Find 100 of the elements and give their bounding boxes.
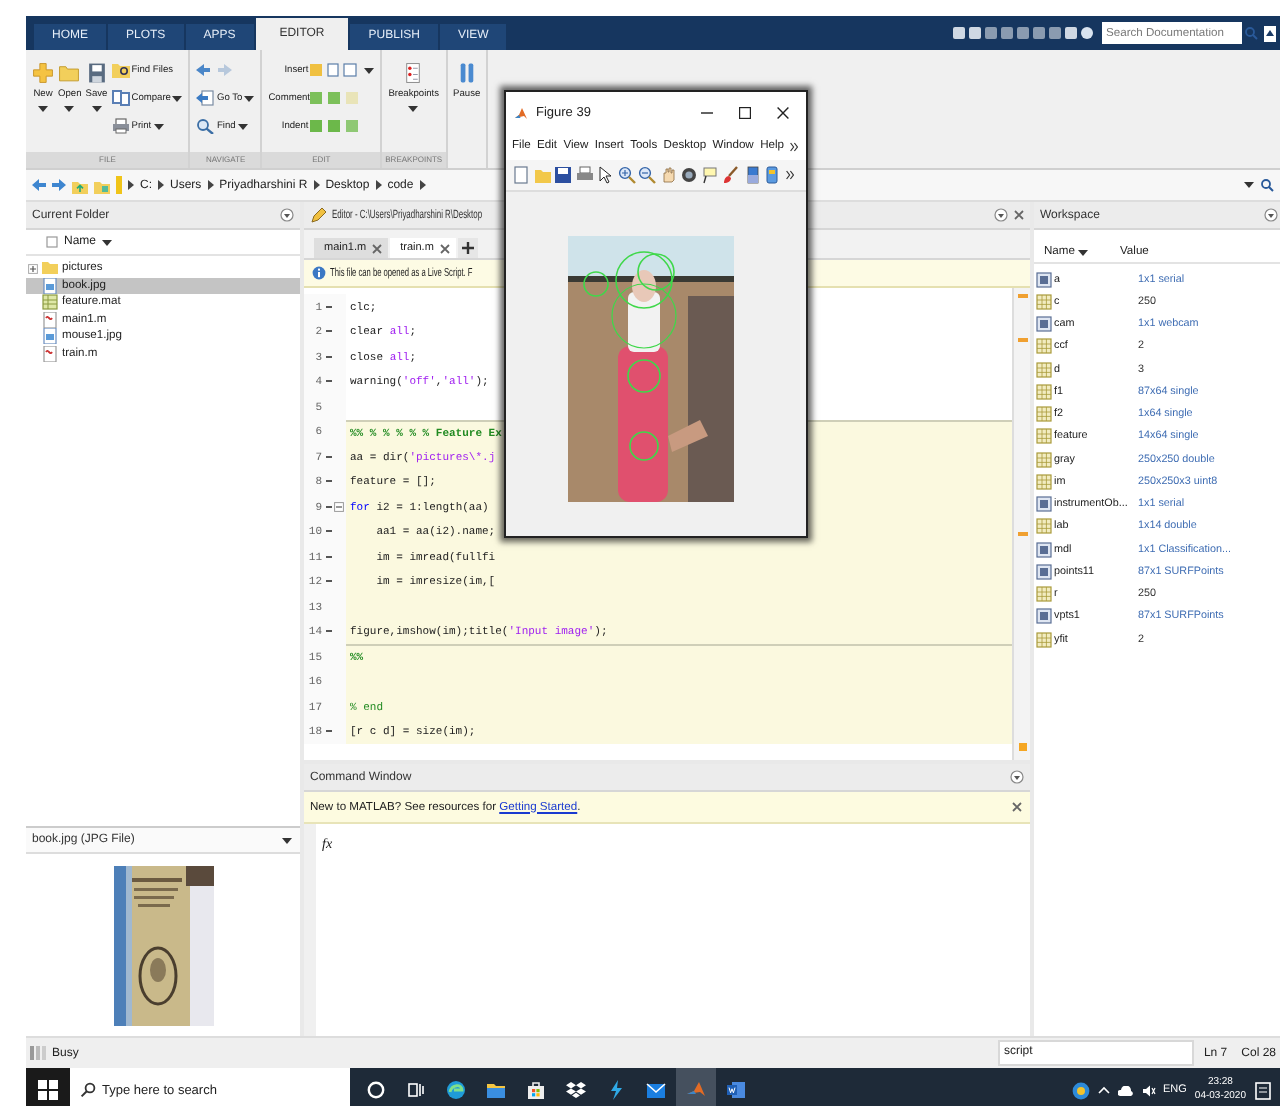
box-icon (566, 1080, 586, 1100)
arrows-icon[interactable] (196, 62, 233, 78)
caret-icon[interactable] (237, 123, 248, 129)
chevron-icon[interactable] (790, 141, 799, 151)
fold-icon[interactable] (334, 501, 344, 512)
folder-icon (486, 1080, 506, 1100)
pause-icon (455, 62, 478, 84)
chevron-icon (128, 180, 134, 190)
document-icon (726, 1080, 746, 1100)
expand-icon[interactable] (28, 263, 38, 274)
forward-icon[interactable] (52, 178, 66, 192)
chevron-icon (419, 180, 426, 190)
image-file-icon (42, 277, 58, 294)
matrix-icon (1036, 361, 1052, 378)
chevron-icon (207, 180, 214, 190)
object-icon (1036, 316, 1052, 333)
caret-icon[interactable] (408, 106, 419, 112)
matrix-icon (1036, 428, 1052, 445)
image-file-icon (42, 328, 58, 345)
menu-icon[interactable] (994, 208, 1008, 222)
folder-search-icon (111, 62, 130, 78)
caret-icon[interactable] (38, 106, 48, 112)
chevron-icon[interactable] (785, 170, 793, 180)
folder-icon (42, 260, 58, 277)
save-icon[interactable] (554, 166, 572, 184)
status-indicator-icon (1017, 742, 1027, 752)
search-icon[interactable] (1260, 178, 1274, 192)
speaker-muted-icon[interactable] (1141, 1083, 1155, 1097)
caret-icon[interactable] (364, 67, 375, 73)
help-icon[interactable] (1080, 26, 1094, 40)
warning-marker[interactable] (1017, 294, 1027, 298)
object-icon (1036, 271, 1052, 288)
insert-icon (310, 62, 363, 78)
cloud-icon[interactable] (1117, 1085, 1133, 1095)
menu-icon[interactable] (1264, 208, 1278, 222)
help-icon[interactable] (1071, 1081, 1089, 1099)
notification-icon[interactable] (1254, 1081, 1272, 1099)
folder-up-icon[interactable] (72, 177, 88, 193)
zoom-in-icon[interactable] (617, 166, 635, 184)
caret-icon[interactable] (153, 123, 164, 129)
comment-icon (310, 90, 363, 106)
shopping-bag-icon (526, 1080, 546, 1100)
caret-icon[interactable] (1078, 249, 1089, 255)
folder-icon (58, 62, 81, 84)
colorbar-icon[interactable] (743, 166, 761, 184)
arrow-icon (196, 90, 215, 106)
chevron-icon (158, 180, 164, 190)
maximize-icon[interactable] (738, 105, 752, 119)
info-icon (312, 266, 326, 280)
matrix-icon (1036, 293, 1052, 310)
caret-icon[interactable] (64, 106, 75, 112)
caret-icon[interactable] (172, 95, 183, 101)
menu-icon[interactable] (1010, 770, 1024, 784)
caret-icon[interactable] (244, 95, 255, 101)
folder-bar-icon (116, 176, 122, 194)
script-file-icon (42, 345, 58, 362)
warning-marker[interactable] (1017, 338, 1027, 342)
legend-icon[interactable] (764, 166, 782, 184)
caret-icon[interactable] (91, 106, 102, 112)
collapse-icon[interactable] (1264, 25, 1276, 41)
save-icon (85, 62, 108, 84)
matrix-icon (1036, 406, 1052, 423)
busy-icon (30, 1046, 46, 1060)
menu-icon[interactable] (280, 208, 294, 222)
compare-icon (111, 90, 130, 106)
script-file-icon (42, 311, 58, 328)
zoom-out-icon[interactable] (638, 166, 656, 184)
search-icon (196, 118, 215, 134)
indent-icon (310, 118, 363, 134)
matrix-icon (1036, 518, 1052, 535)
chevron-icon (313, 180, 320, 190)
rotate-icon[interactable] (680, 166, 698, 184)
browser-icon (446, 1080, 466, 1100)
circle-icon (366, 1080, 386, 1100)
lightning-icon (606, 1080, 626, 1100)
matrix-icon (1036, 586, 1052, 603)
mail-icon (646, 1080, 666, 1100)
caret-icon[interactable] (1244, 182, 1254, 188)
pointer-icon[interactable] (596, 166, 614, 184)
caret-icon[interactable] (102, 239, 113, 245)
data-file-icon (42, 294, 58, 311)
matrix-icon (1036, 631, 1052, 648)
search-icon (80, 1082, 96, 1098)
brush-icon[interactable] (722, 166, 740, 184)
object-icon (1036, 608, 1052, 625)
add-tab-button[interactable] (457, 238, 478, 258)
task-view-icon (406, 1080, 426, 1100)
warning-marker[interactable] (1017, 532, 1027, 536)
matrix-icon (1036, 383, 1052, 400)
checkbox-icon[interactable] (46, 236, 58, 248)
close-icon[interactable] (776, 105, 790, 119)
peak-icon (514, 105, 528, 119)
matrix-icon (1036, 451, 1052, 468)
back-icon[interactable] (32, 178, 46, 192)
editor-icon (310, 207, 326, 223)
data-tip-icon[interactable] (701, 166, 719, 184)
plus-icon (461, 242, 474, 254)
breakpoint-icon (402, 62, 425, 84)
caret-icon[interactable] (282, 837, 292, 843)
windows-icon[interactable] (26, 1068, 70, 1106)
